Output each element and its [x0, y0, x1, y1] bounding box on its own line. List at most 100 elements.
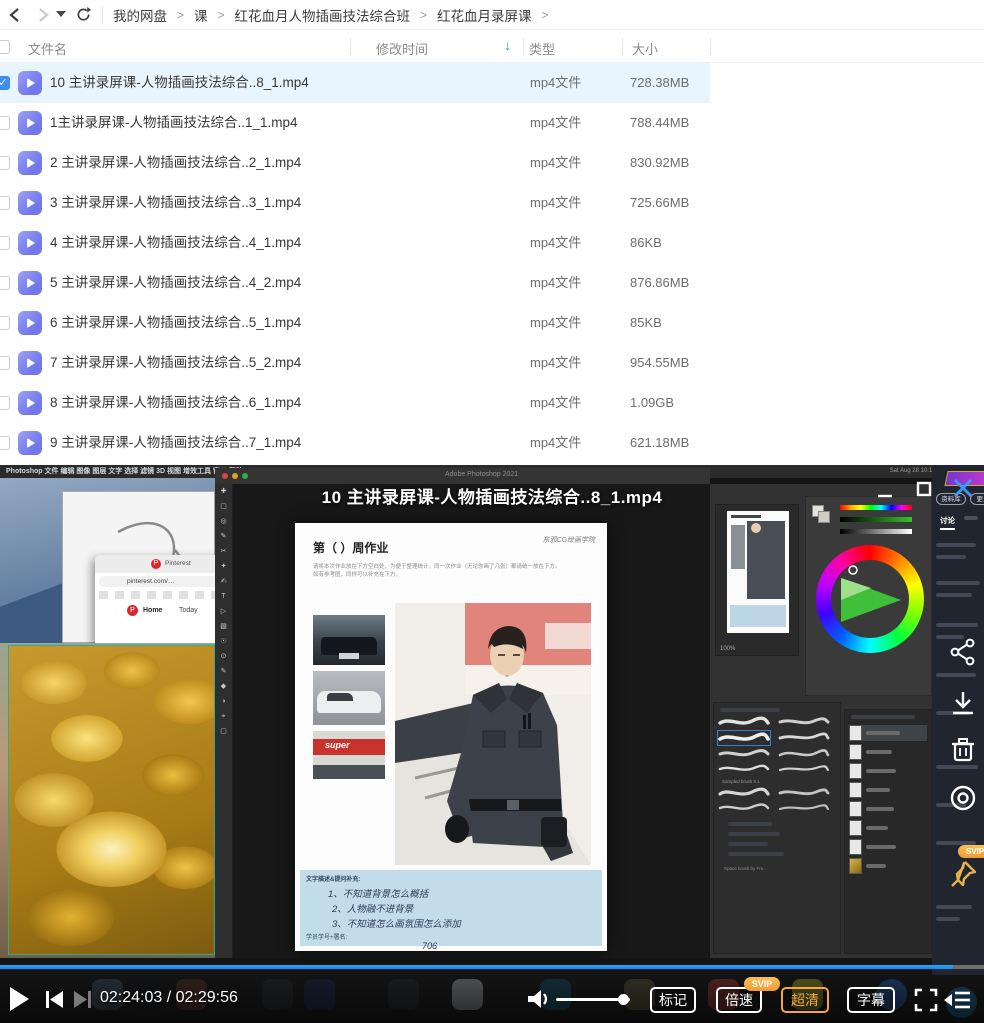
- next-button[interactable]: [72, 991, 92, 1013]
- discussion-tab[interactable]: 讨论: [940, 515, 955, 530]
- mac-min-dot: [232, 473, 238, 479]
- table-row[interactable]: 3 主讲录屏课-人物插画技法综合..3_1.mp4 mp4文件 725.66MB: [0, 183, 710, 223]
- play-button[interactable]: [10, 987, 29, 1011]
- pinterest-home-tab[interactable]: Home: [143, 607, 162, 614]
- progress-played: [0, 965, 953, 969]
- ps-window-titlebar: Adobe Photoshop 2021: [215, 468, 710, 484]
- file-size: 86KB: [630, 223, 662, 263]
- history-dropdown-icon[interactable]: [54, 4, 68, 26]
- svip-badge: SVIP: [958, 845, 984, 858]
- file-type: mp4文件: [530, 303, 581, 343]
- row-checkbox[interactable]: [0, 116, 10, 130]
- row-checkbox[interactable]: [0, 316, 10, 330]
- brush-name: Sampled brush 5 1: [722, 779, 840, 784]
- file-name[interactable]: 7 主讲录屏课-人物插画技法综合..5_2.mp4: [50, 343, 301, 383]
- doc-logo: 东邪CG绘画学院: [543, 535, 596, 545]
- pin-favorite-icon[interactable]: [948, 859, 978, 889]
- subtitle-button[interactable]: 字幕: [847, 987, 895, 1013]
- refresh-icon[interactable]: [72, 4, 94, 26]
- row-checkbox[interactable]: [0, 436, 10, 450]
- file-name[interactable]: 3 主讲录屏课-人物插画技法综合..3_1.mp4: [50, 183, 301, 223]
- video-file-icon: [18, 311, 42, 335]
- previous-button[interactable]: [45, 991, 65, 1013]
- file-name[interactable]: 9 主讲录屏课-人物插画技法综合..7_1.mp4: [50, 423, 301, 463]
- table-row[interactable]: 6 主讲录屏课-人物插画技法综合..5_1.mp4 mp4文件 85KB: [0, 303, 710, 343]
- video-frame[interactable]: Photoshop 文件 编辑 图像 图层 文字 选择 滤镜 3D 视图 增效工…: [0, 465, 984, 1023]
- file-name[interactable]: 1主讲录屏课-人物插画技法综合..1_1.mp4: [50, 103, 298, 143]
- file-name[interactable]: 10 主讲录屏课-人物插画技法综合..8_1.mp4: [50, 63, 309, 103]
- row-checkbox[interactable]: [0, 356, 10, 370]
- table-row[interactable]: 4 主讲录屏课-人物插画技法综合..4_1.mp4 mp4文件 86KB: [0, 223, 710, 263]
- file-name[interactable]: 4 主讲录屏课-人物插画技法综合..4_1.mp4: [50, 223, 301, 263]
- pinterest-today-tab[interactable]: Today: [179, 607, 198, 614]
- playlist-icon[interactable]: [944, 989, 970, 1011]
- navigator-zoom: 100%: [720, 646, 735, 652]
- color-wheel[interactable]: [816, 545, 924, 653]
- video-file-icon: [18, 111, 42, 135]
- save-to-disk-icon[interactable]: [948, 783, 978, 813]
- file-size: 621.18MB: [630, 423, 689, 463]
- column-modified[interactable]: 修改时间: [376, 39, 428, 58]
- file-type: mp4文件: [530, 223, 581, 263]
- volume-icon[interactable]: [527, 989, 551, 1014]
- color-panel: [805, 496, 932, 696]
- browser-url[interactable]: pinterest.com/…: [127, 578, 174, 585]
- table-row[interactable]: 7 主讲录屏课-人物插画技法综合..5_2.mp4 mp4文件 954.55MB: [0, 343, 710, 383]
- file-type: mp4文件: [530, 423, 581, 463]
- volume-slider[interactable]: [556, 998, 630, 1001]
- file-name[interactable]: 5 主讲录屏课-人物插画技法综合..4_2.mp4: [50, 263, 301, 303]
- saturation-slider[interactable]: [840, 517, 912, 522]
- table-row[interactable]: 2 主讲录屏课-人物插画技法综合..2_1.mp4 mp4文件 830.92MB: [0, 143, 710, 183]
- ps-toolbar: ✚▢◎✎✂✦✍T▷▧☉⊙✎◆◑⌖▢: [215, 484, 233, 958]
- table-row[interactable]: 9 主讲录屏课-人物插画技法综合..7_1.mp4 mp4文件 621.18MB: [0, 423, 710, 463]
- row-checkbox[interactable]: [0, 276, 10, 290]
- sort-desc-icon[interactable]: ↓: [504, 37, 511, 53]
- table-row[interactable]: ✓ 10 主讲录屏课-人物插画技法综合..8_1.mp4 mp4文件 728.3…: [0, 63, 710, 103]
- forward-icon[interactable]: [32, 4, 54, 26]
- select-all-checkbox[interactable]: [0, 40, 10, 54]
- share-icon[interactable]: [948, 637, 978, 667]
- file-type: mp4文件: [530, 143, 581, 183]
- progress-bar[interactable]: [0, 965, 984, 969]
- svip-badge: SVIP: [744, 977, 780, 991]
- column-size[interactable]: 大小: [632, 39, 658, 58]
- mac-max-dot: [242, 473, 248, 479]
- table-row[interactable]: 8 主讲录屏课-人物插画技法综合..6_1.mp4 mp4文件 1.09GB: [0, 383, 710, 423]
- file-size: 830.92MB: [630, 143, 689, 183]
- pinterest-avatar: P: [127, 605, 138, 616]
- quality-button[interactable]: 超清: [781, 987, 829, 1013]
- fullscreen-icon[interactable]: [914, 988, 938, 1012]
- mark-button[interactable]: 标记: [650, 987, 696, 1013]
- navigator-panel: 100%: [715, 504, 799, 656]
- breadcrumb-my-drive[interactable]: 我的网盘: [113, 5, 167, 25]
- file-name[interactable]: 6 主讲录屏课-人物插画技法综合..5_1.mp4: [50, 303, 301, 343]
- file-name[interactable]: 8 主讲录屏课-人物插画技法综合..6_1.mp4: [50, 383, 301, 423]
- gold-ingots-image: [8, 645, 215, 955]
- breadcrumb-recordings[interactable]: 红花血月录屏课: [437, 5, 532, 25]
- column-filename[interactable]: 文件名: [28, 39, 67, 58]
- close-button[interactable]: [952, 477, 974, 499]
- file-name[interactable]: 2 主讲录屏课-人物插画技法综合..2_1.mp4: [50, 143, 301, 183]
- row-checkbox[interactable]: [0, 156, 10, 170]
- row-checkbox[interactable]: [0, 196, 10, 210]
- layers-panel: [844, 709, 932, 954]
- maximize-button[interactable]: [916, 481, 932, 497]
- table-row[interactable]: 5 主讲录屏课-人物插画技法综合..4_2.mp4 mp4文件 876.86MB: [0, 263, 710, 303]
- breadcrumb-class[interactable]: 红花血月人物插画技法综合班: [235, 5, 411, 25]
- brightness-slider[interactable]: [840, 529, 912, 534]
- minimize-button[interactable]: [876, 485, 894, 499]
- ps-panels: 100%: [710, 484, 932, 958]
- row-checkbox[interactable]: [0, 236, 10, 250]
- file-size: 725.66MB: [630, 183, 689, 223]
- table-row[interactable]: 1主讲录屏课-人物插画技法综合..1_1.mp4 mp4文件 788.44MB: [0, 103, 710, 143]
- column-type[interactable]: 类型: [529, 39, 555, 58]
- row-checkbox[interactable]: [0, 396, 10, 410]
- video-player: Photoshop 文件 编辑 图像 图层 文字 选择 滤镜 3D 视图 增效工…: [0, 465, 984, 1023]
- row-checkbox[interactable]: ✓: [0, 76, 10, 90]
- download-icon[interactable]: [948, 689, 978, 719]
- player-video-title: 10 主讲录屏课-人物插画技法综合..8_1.mp4: [0, 483, 984, 508]
- back-icon[interactable]: [4, 4, 26, 26]
- volume-knob[interactable]: [618, 994, 629, 1005]
- breadcrumb-course[interactable]: 课: [194, 5, 208, 25]
- delete-icon[interactable]: [948, 735, 978, 765]
